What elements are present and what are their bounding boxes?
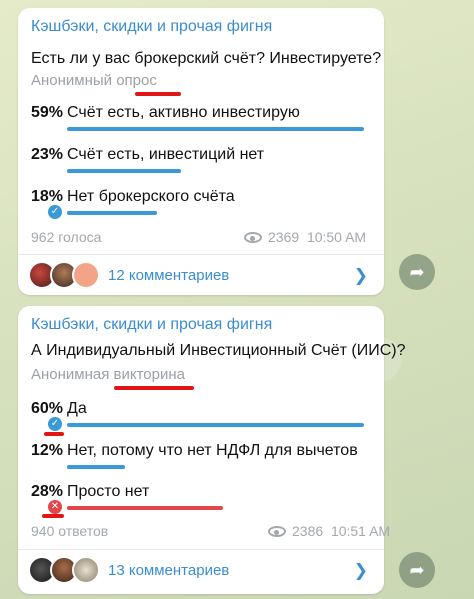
comments-link[interactable]: 12 комментариев ❯: [18, 255, 384, 295]
eye-icon: [268, 526, 286, 537]
option-text: Нет брокерского счёта: [67, 188, 235, 205]
vote-count: 962 голоса: [31, 229, 102, 245]
message-time: 10:51 AM: [330, 523, 391, 539]
chevron-right-icon: ❯: [353, 266, 368, 285]
view-count: 2369: [268, 229, 300, 245]
check-icon: ✓: [48, 417, 62, 431]
comments-count: 12 комментариев: [108, 267, 230, 284]
option-bar: [67, 127, 364, 131]
views-and-time: 2386 10:51 AM: [268, 523, 390, 539]
annotation-underline: [42, 514, 64, 518]
option-bar: [67, 423, 364, 427]
views-and-time: 2369 10:50 AM: [244, 229, 366, 245]
poll-message-1: Кэшбэки, скидки и прочая фигня Есть ли у…: [18, 8, 384, 295]
avatar: [72, 261, 100, 289]
option-bar: [67, 465, 125, 469]
option-percent: 12%: [31, 442, 64, 459]
annotation-underline: [135, 92, 181, 96]
share-button[interactable]: ➦: [399, 552, 435, 588]
option-percent: 18%: [31, 188, 64, 205]
check-icon: ✓: [48, 205, 62, 219]
share-button[interactable]: ➦: [399, 254, 435, 290]
chevron-right-icon: ❯: [353, 561, 368, 580]
channel-name[interactable]: Кэшбэки, скидки и прочая фигня: [31, 316, 272, 334]
share-arrow-icon: ➦: [409, 262, 425, 282]
option-text: Счёт есть, активно инвестирую: [67, 104, 300, 121]
avatar: [72, 556, 100, 584]
quiz-message-2: Кэшбэки, скидки и прочая фигня А Индивид…: [18, 306, 405, 594]
channel-name[interactable]: Кэшбэки, скидки и прочая фигня: [31, 18, 272, 36]
comments-count: 13 комментариев: [108, 562, 230, 579]
annotation-underline: [114, 386, 194, 390]
quiz-option[interactable]: 12% Нет, потому что нет НДФЛ для вычетов: [18, 442, 384, 482]
option-text: Просто нет: [67, 483, 150, 500]
cross-icon: ✕: [48, 500, 62, 514]
option-text: Счёт есть, инвестиций нет: [67, 146, 265, 163]
poll-option[interactable]: 59% Счёт есть, активно инвестирую: [18, 104, 384, 144]
poll-option[interactable]: 23% Счёт есть, инвестиций нет: [18, 146, 384, 186]
option-text: Да: [67, 400, 87, 417]
comments-link[interactable]: 13 комментариев ❯: [18, 550, 384, 590]
option-percent: 60%: [31, 400, 64, 417]
poll-type-label: Анонимный опрос: [31, 72, 157, 89]
option-percent: 59%: [31, 104, 64, 121]
option-percent: 23%: [31, 146, 64, 163]
quiz-option[interactable]: 60% ✓ Да: [18, 400, 384, 440]
vote-count: 940 ответов: [31, 523, 109, 539]
share-arrow-icon: ➦: [409, 560, 425, 580]
option-bar: [67, 169, 181, 173]
option-bar: [67, 506, 223, 510]
option-text: Нет, потому что нет НДФЛ для вычетов: [67, 442, 358, 459]
option-percent: 28%: [31, 483, 64, 500]
quiz-option[interactable]: 28% ✕ Просто нет: [18, 483, 384, 523]
eye-icon: [244, 232, 262, 243]
message-time: 10:50 AM: [306, 229, 367, 245]
option-bar: [67, 211, 157, 215]
poll-option[interactable]: 18% ✓ Нет брокерского счёта: [18, 188, 384, 228]
annotation-underline: [44, 432, 64, 436]
poll-question: А Индивидуальный Инвестиционный Счёт (ИИ…: [31, 342, 406, 359]
poll-type-label: Анонимная викторина: [31, 366, 185, 383]
poll-question: Есть ли у вас брокерский счёт? Инвестиру…: [31, 50, 382, 67]
view-count: 2386: [292, 523, 324, 539]
